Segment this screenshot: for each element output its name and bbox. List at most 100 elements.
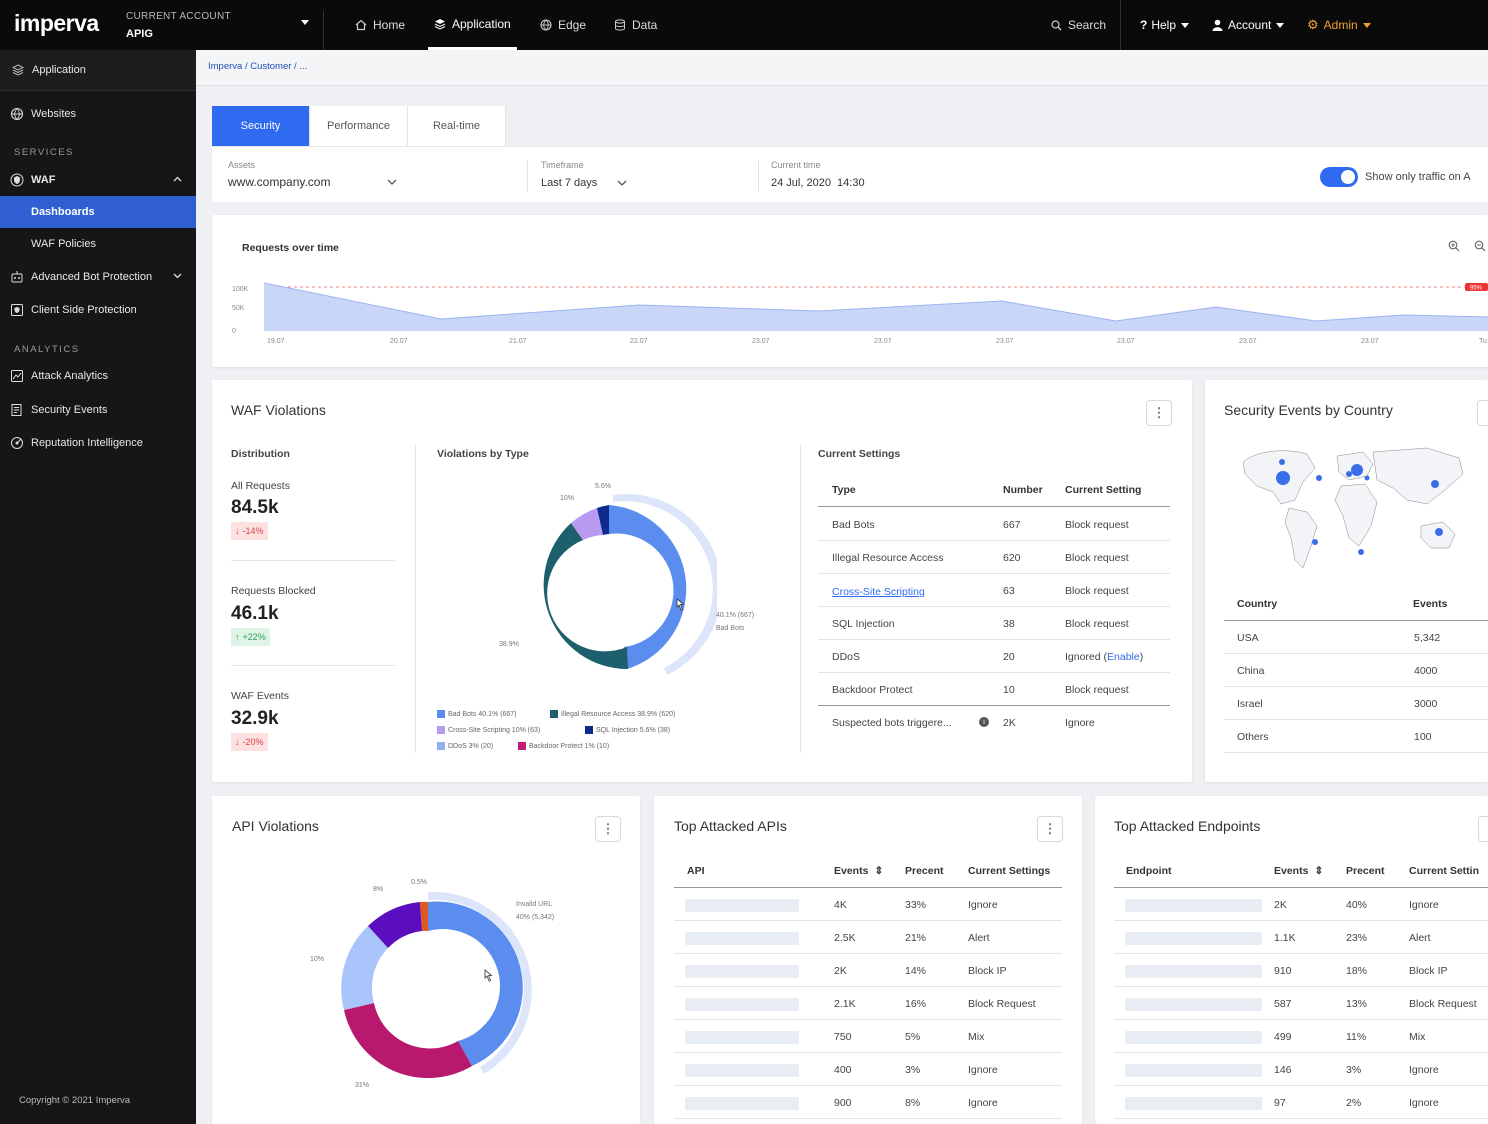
more-options-icon[interactable]: ⋮	[595, 816, 621, 842]
xss-link[interactable]: Cross-Site Scripting	[832, 586, 925, 598]
x-tick: 23.07	[1117, 338, 1135, 345]
marker-china[interactable]	[1431, 480, 1439, 488]
table-cell: Block request	[1065, 519, 1129, 531]
donut-label: 38.9%	[499, 641, 519, 648]
divider	[231, 560, 395, 561]
info-icon[interactable]: i	[979, 717, 989, 727]
sidebar-app-header[interactable]: Application	[0, 50, 196, 91]
row-divider	[1224, 719, 1488, 720]
sidebar-item-security-events[interactable]: Security Events	[0, 394, 196, 426]
sidebar-item-waf[interactable]: WAF	[0, 164, 196, 196]
legend-item[interactable]: SQL Injection 5.6% (38)	[585, 726, 670, 734]
radar-icon	[10, 436, 24, 450]
timeframe-select[interactable]: Last 7 days	[541, 177, 597, 189]
nav-edge-label: Edge	[558, 18, 587, 32]
table-cell: 8%	[905, 1097, 921, 1109]
admin-menu[interactable]: ⚙ Admin	[1307, 0, 1371, 50]
row-divider	[1114, 1118, 1488, 1119]
sidebar-item-websites[interactable]: Websites	[0, 98, 196, 130]
marker[interactable]	[1312, 539, 1318, 545]
services-section-label: SERVICES	[14, 147, 74, 158]
marker[interactable]	[1279, 459, 1285, 465]
sidebar-item-reputation[interactable]: Reputation Intelligence	[0, 427, 196, 459]
table-cell: Alert	[1409, 932, 1431, 944]
marker[interactable]	[1358, 549, 1364, 555]
imperva-logo[interactable]: imperva	[14, 10, 99, 37]
table-cell: 2.1K	[834, 998, 856, 1010]
donut-label: 0.5%	[411, 879, 427, 886]
donut-label: 10%	[310, 956, 325, 963]
cursor-icon	[482, 969, 494, 983]
marker[interactable]	[1351, 464, 1363, 476]
help-menu[interactable]: ? Help	[1140, 0, 1190, 50]
account-menu[interactable]: Account	[1212, 0, 1285, 50]
legend-item[interactable]: Cross-Site Scripting 10% (63)	[437, 726, 540, 734]
sort-icon: ⇕	[1314, 865, 1324, 877]
search-button[interactable]: Search	[1051, 0, 1106, 50]
divider	[800, 445, 801, 753]
sidebar-item-bot-protection[interactable]: Advanced Bot Protection	[0, 261, 196, 293]
row-divider	[1114, 1019, 1488, 1020]
legend-item[interactable]: DDoS 3% (20)	[437, 742, 493, 750]
nav-edge[interactable]: Edge	[540, 0, 586, 50]
sidebar-item-client-side[interactable]: Client Side Protection	[0, 294, 196, 326]
nav-application[interactable]: Application	[428, 0, 517, 50]
redacted-name-placeholder	[685, 1064, 799, 1077]
table-cell: 23%	[1346, 932, 1368, 944]
tab-real-time[interactable]: Real-time	[408, 106, 506, 146]
zoom-out-icon[interactable]	[1474, 240, 1486, 252]
column-header: Current Setting	[1065, 484, 1142, 496]
robot-icon	[10, 270, 24, 284]
row-divider	[818, 705, 1170, 706]
requests-area	[264, 283, 1488, 331]
row-divider	[1224, 752, 1488, 753]
arrow-up-icon: ↑	[235, 632, 240, 642]
legend-label: Backdoor Protect 1% (10)	[529, 742, 610, 750]
assets-select[interactable]: www.company.com	[228, 175, 330, 189]
legend-item[interactable]: Backdoor Protect 1% (10)	[518, 742, 609, 750]
marker-usa[interactable]	[1276, 471, 1290, 485]
tab-security[interactable]: Security	[212, 106, 310, 146]
marker[interactable]	[1435, 528, 1443, 536]
sidebar-item-waf-policies[interactable]: WAF Policies	[0, 228, 196, 260]
column-header-sortable[interactable]: Events ⇕	[1274, 865, 1323, 877]
column-header-sortable[interactable]: Events ⇕	[834, 865, 883, 877]
legend-item[interactable]: Bad Bots 40.1% (667)	[437, 710, 517, 718]
more-options-icon[interactable]: ⋮	[1478, 816, 1488, 842]
table-cell: SQL Injection	[832, 618, 895, 630]
column-header: Current Settin	[1409, 865, 1480, 877]
more-options-icon[interactable]: ⋮	[1037, 816, 1063, 842]
legend-swatch	[437, 742, 445, 750]
x-tick: 23.07	[752, 338, 770, 345]
legend-item[interactable]: Illegal Resource Access 38.9% (620)	[550, 710, 675, 718]
donut-label: Invalid URL	[516, 901, 553, 908]
sidebar-item-attack-analytics[interactable]: Attack Analytics	[0, 360, 196, 392]
nav-home[interactable]: Home	[355, 0, 405, 50]
marker[interactable]	[1316, 475, 1322, 481]
zoom-in-icon[interactable]	[1448, 240, 1460, 252]
table-header-divider	[818, 506, 1170, 507]
chevron-down-icon[interactable]	[387, 179, 397, 185]
marker[interactable]	[1346, 471, 1352, 477]
enable-link[interactable]: Enable	[1107, 651, 1140, 663]
arrow-down-icon: ↓	[235, 737, 240, 747]
row-divider	[674, 953, 1062, 954]
column-header: Type	[832, 484, 856, 496]
top-attacked-apis-card: Top Attacked APIs ⋮ API Events ⇕ Precent …	[654, 796, 1082, 1124]
caret-down-icon	[1276, 22, 1285, 28]
assets-label: Assets	[228, 160, 256, 170]
more-options-icon[interactable]: ⋮	[1146, 400, 1172, 426]
sidebar-item-dashboards[interactable]: Dashboards	[0, 196, 196, 228]
traffic-toggle[interactable]	[1320, 167, 1358, 187]
tab-performance[interactable]: Performance	[310, 106, 408, 146]
account-switcher[interactable]: CURRENT ACCOUNT APIG	[126, 11, 324, 50]
table-cell: 4K	[834, 899, 847, 911]
marker[interactable]	[1364, 475, 1370, 481]
more-options-icon[interactable]: ⋮	[1477, 400, 1488, 426]
copyright-text: Copyright © 2021 Imperva	[19, 1095, 131, 1106]
stat-value: 32.9k	[231, 708, 279, 729]
nav-data[interactable]: Data	[614, 0, 657, 50]
breadcrumb[interactable]: Imperva / Customer / ...	[196, 50, 1488, 86]
table-cell: 100	[1414, 731, 1432, 743]
chevron-down-icon[interactable]	[617, 180, 627, 186]
